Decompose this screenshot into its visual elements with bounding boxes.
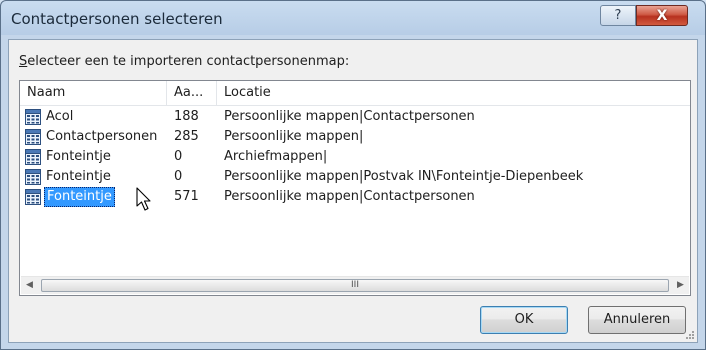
help-icon: ? [614, 8, 622, 23]
scroll-left-icon[interactable]: ◀ [21, 277, 38, 294]
ok-button[interactable]: OK [480, 306, 568, 334]
column-header-count[interactable]: Aa... [167, 81, 217, 105]
contacts-folder-icon [25, 129, 41, 145]
item-count: 0 [174, 169, 183, 184]
folder-list[interactable]: Naam Aa... Locatie Acol 188 Persoonlijke m… [19, 80, 691, 296]
list-item[interactable]: Acol 188 Persoonlijke mappen|Contactperson… [20, 107, 690, 127]
title-bar[interactable]: Contactpersonen selecteren ? X [1, 1, 705, 39]
folder-location: Archiefmappen| [224, 149, 328, 164]
item-count: 0 [174, 149, 183, 164]
list-item[interactable]: Fonteintje 0 Persoonlijke mappen|Postvak I… [20, 167, 690, 187]
cancel-button[interactable]: Annuleren [588, 306, 686, 334]
folder-location: Persoonlijke mappen| [224, 129, 364, 144]
dialog-client-area: Selecteer een te importeren contactperso… [8, 39, 698, 343]
thumb-grip-icon: III [351, 280, 359, 290]
dialog-window: Contactpersonen selecteren ? X Selecteer… [0, 0, 706, 350]
contacts-folder-icon [25, 149, 41, 165]
contacts-folder-icon [25, 109, 41, 125]
resize-grip-icon[interactable] [685, 330, 695, 340]
prompt-text: electeer een te importeren contactperson… [27, 54, 350, 69]
item-count: 571 [174, 189, 199, 204]
contact-folder-name: Fonteintje [46, 149, 111, 164]
contact-folder-name: Fonteintje [46, 169, 111, 184]
list-item[interactable]: Contactpersonen 285 Persoonlijke mappen| [20, 127, 690, 147]
window-title: Contactpersonen selecteren [11, 10, 223, 28]
list-item[interactable]: Fonteintje 571 Persoonlijke mappen|Contact… [20, 187, 690, 207]
list-item[interactable]: Fonteintje 0 Archiefmappen| [20, 147, 690, 167]
close-button[interactable]: X [636, 5, 688, 26]
horizontal-scrollbar[interactable]: ◀ III ▶ [21, 276, 689, 294]
item-count: 188 [174, 109, 199, 124]
mouse-pointer-icon [136, 187, 151, 211]
folder-location: Persoonlijke mappen|Contactpersonen [224, 189, 475, 204]
folder-select-label: Selecteer een te importeren contactperso… [19, 54, 349, 69]
contacts-folder-icon [25, 169, 41, 185]
item-count: 285 [174, 129, 199, 144]
column-header-location[interactable]: Locatie [217, 81, 690, 105]
folder-location: Persoonlijke mappen|Contactpersonen [224, 109, 475, 124]
folder-location: Persoonlijke mappen|Postvak IN\Fonteintj… [224, 169, 584, 184]
close-icon: X [656, 7, 668, 24]
contact-folder-name: Fonteintje [44, 187, 115, 207]
scroll-right-icon[interactable]: ▶ [672, 277, 689, 294]
list-header: Naam Aa... Locatie [20, 81, 690, 106]
help-button[interactable]: ? [600, 5, 636, 26]
column-header-name[interactable]: Naam [20, 81, 167, 105]
contact-folder-name: Acol [46, 109, 74, 124]
scroll-thumb[interactable]: III [41, 279, 669, 292]
contact-folder-name: Contactpersonen [46, 129, 158, 144]
contacts-folder-icon [25, 189, 41, 205]
